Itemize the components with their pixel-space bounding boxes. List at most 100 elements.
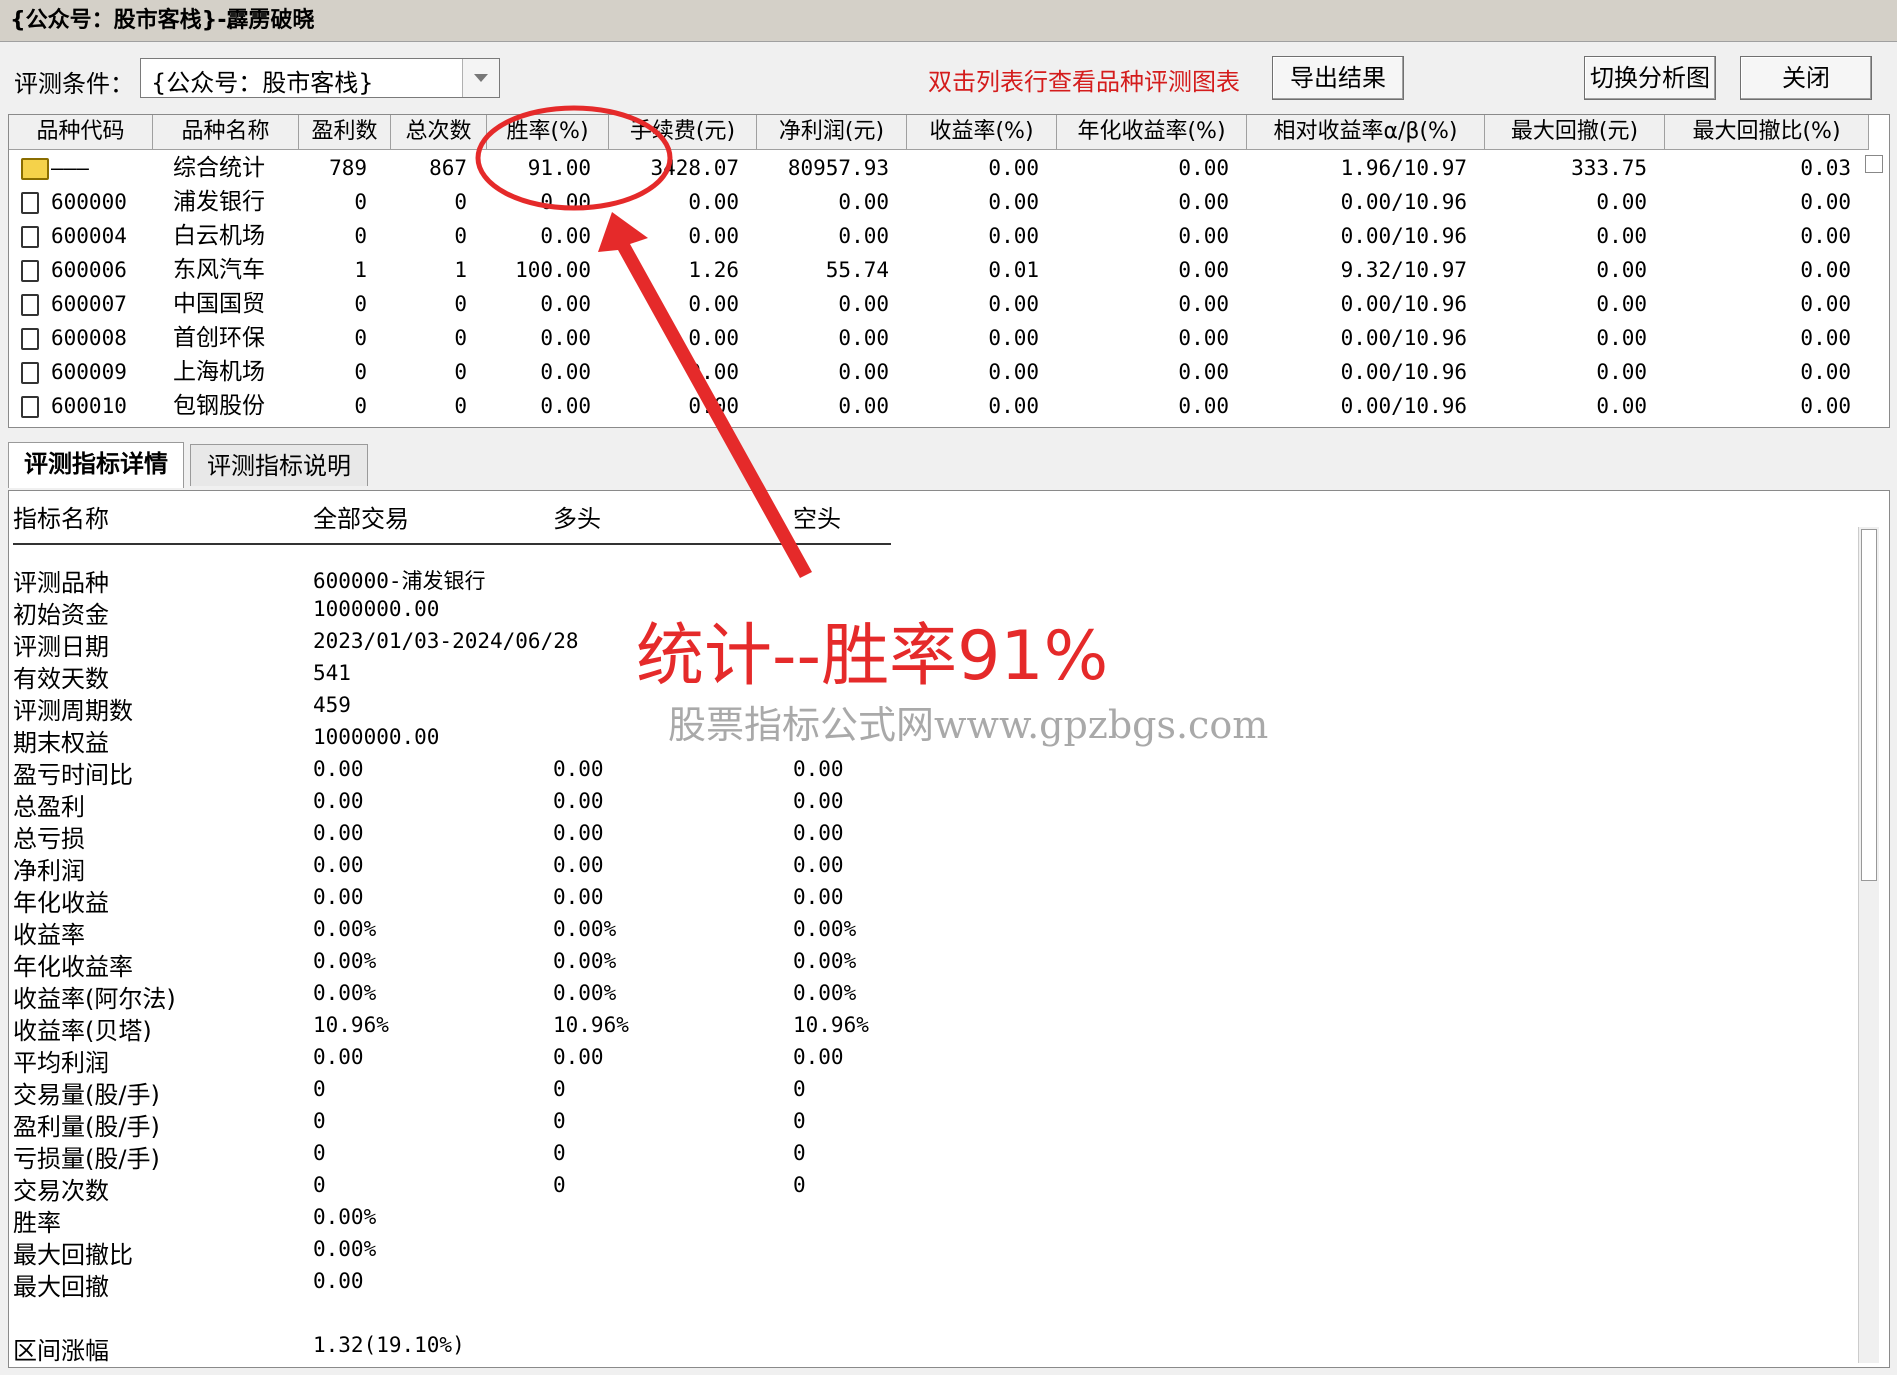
chevron-down-icon[interactable] bbox=[462, 59, 499, 97]
metric-value-long: 0.00 bbox=[553, 853, 604, 877]
metric-value-all: 0 bbox=[313, 1109, 326, 1133]
document-icon bbox=[21, 294, 39, 316]
metric-name: 胜率 bbox=[13, 1209, 61, 1237]
metric-value-all: 1.32(19.10%) bbox=[313, 1333, 465, 1357]
hint-text: 双击列表行查看品种评测图表 bbox=[928, 68, 1240, 96]
table-row[interactable]: 600009 上海机场 0 0 0.00 0.00 0.00 0.00 0.00… bbox=[9, 355, 1869, 389]
metric-value-short: 10.96% bbox=[793, 1013, 869, 1037]
metric-value-short: 0.00 bbox=[793, 789, 844, 813]
metric-name: 盈亏时间比 bbox=[13, 761, 133, 789]
metric-value-all: 0 bbox=[313, 1077, 326, 1101]
metric-value-all: 0.00% bbox=[313, 981, 377, 1005]
document-icon bbox=[21, 226, 39, 248]
metric-name: 期末权益 bbox=[13, 729, 109, 757]
list-item: 亏损量(股/手) 0 0 0 bbox=[9, 1139, 909, 1173]
metric-value-short: 0.00 bbox=[793, 1045, 844, 1069]
list-item: 最大回撤 0.00 bbox=[9, 1267, 909, 1301]
metric-value-short: 0.00 bbox=[793, 885, 844, 909]
tab-details[interactable]: 评测指标详情 bbox=[8, 442, 184, 488]
document-icon bbox=[21, 192, 39, 214]
col-header[interactable]: 相对收益率α/β(%) bbox=[1247, 115, 1485, 149]
metric-value-long: 0.00% bbox=[553, 949, 617, 973]
checkbox-icon[interactable] bbox=[1865, 155, 1883, 173]
metric-name: 评测周期数 bbox=[13, 697, 133, 725]
metric-value-all: 0 bbox=[313, 1141, 326, 1165]
metric-value-short: 0.00% bbox=[793, 917, 857, 941]
condition-select[interactable]: {公众号：股市客栈} bbox=[140, 58, 500, 98]
metric-value-all: 1000000.00 bbox=[313, 725, 440, 749]
document-icon bbox=[21, 362, 39, 384]
metric-name: 盈利量(股/手) bbox=[13, 1113, 160, 1141]
table-row[interactable]: ——— 综合统计 789 867 91.00 3428.07 80957.93 … bbox=[9, 151, 1869, 185]
summary-icon bbox=[21, 158, 49, 180]
col-header[interactable]: 最大回撤(元) bbox=[1485, 115, 1665, 149]
list-item: 胜率 0.00% bbox=[9, 1203, 909, 1237]
metric-value-all: 10.96% bbox=[313, 1013, 389, 1037]
table-row[interactable]: 600006 东风汽车 1 1 100.00 1.26 55.74 0.01 0… bbox=[9, 253, 1869, 287]
list-item: 总亏损 0.00 0.00 0.00 bbox=[9, 819, 909, 853]
metric-value-short: 0.00 bbox=[793, 757, 844, 781]
list-item: 收益率 0.00% 0.00% 0.00% bbox=[9, 915, 909, 949]
metric-name: 总亏损 bbox=[13, 825, 85, 853]
list-item: 区间涨幅 1.32(19.10%) bbox=[9, 1331, 909, 1365]
metric-value-short: 0.00% bbox=[793, 949, 857, 973]
detail-header: 空头 bbox=[793, 505, 841, 533]
table-row[interactable]: 600007 中国国贸 0 0 0.00 0.00 0.00 0.00 0.00… bbox=[9, 287, 1869, 321]
metric-name: 净利润 bbox=[13, 857, 85, 885]
metric-name: 评测日期 bbox=[13, 633, 109, 661]
results-table: 品种代码 品种名称 盈利数 总次数 胜率(%) 手续费(元) 净利润(元) 收益… bbox=[8, 114, 1890, 428]
metric-name: 收益率(贝塔) bbox=[13, 1017, 152, 1045]
condition-label: 评测条件： bbox=[14, 70, 134, 98]
metric-name: 区间涨幅 bbox=[13, 1337, 109, 1365]
close-button[interactable]: 关闭 bbox=[1740, 56, 1872, 100]
metric-name: 总盈利 bbox=[13, 793, 85, 821]
window-title: {公众号：股市客栈}-霹雳破晓 bbox=[0, 0, 1897, 42]
vertical-scrollbar[interactable] bbox=[1858, 527, 1879, 1363]
list-item: 平均利润 0.00 0.00 0.00 bbox=[9, 1043, 909, 1077]
col-header[interactable]: 收益率(%) bbox=[907, 115, 1057, 149]
metric-name: 平均利润 bbox=[13, 1049, 109, 1077]
metric-name: 年化收益率 bbox=[13, 953, 133, 981]
metric-value-all: 0.00% bbox=[313, 949, 377, 973]
tab-description[interactable]: 评测指标说明 bbox=[190, 444, 368, 486]
metric-value-all: 0.00 bbox=[313, 757, 364, 781]
metric-value-all: 600000-浦发银行 bbox=[313, 569, 486, 593]
metric-value-short: 0 bbox=[793, 1141, 806, 1165]
watermark-text: 股票指标公式网www.gpzbgs.com bbox=[668, 703, 1269, 747]
list-item: 净利润 0.00 0.00 0.00 bbox=[9, 851, 909, 885]
col-header[interactable]: 品种名称 bbox=[153, 115, 299, 149]
export-button[interactable]: 导出结果 bbox=[1272, 56, 1404, 100]
col-header[interactable]: 手续费(元) bbox=[609, 115, 757, 149]
detail-header: 指标名称 bbox=[13, 505, 109, 533]
list-item: 收益率(贝塔) 10.96% 10.96% 10.96% bbox=[9, 1011, 909, 1045]
metric-value-short: 0 bbox=[793, 1109, 806, 1133]
document-icon bbox=[21, 328, 39, 350]
col-header[interactable]: 总次数 bbox=[391, 115, 487, 149]
scrollbar-thumb[interactable] bbox=[1861, 529, 1877, 881]
table-row[interactable]: 600004 白云机场 0 0 0.00 0.00 0.00 0.00 0.00… bbox=[9, 219, 1869, 253]
metric-value-all: 0.00% bbox=[313, 1237, 377, 1261]
col-header[interactable]: 胜率(%) bbox=[487, 115, 609, 149]
list-item: 收益率(阿尔法) 0.00% 0.00% 0.00% bbox=[9, 979, 909, 1013]
metric-value-short: 0.00 bbox=[793, 821, 844, 845]
list-item: 总盈利 0.00 0.00 0.00 bbox=[9, 787, 909, 821]
document-icon bbox=[21, 260, 39, 282]
metric-value-short: 0 bbox=[793, 1173, 806, 1197]
metric-value-long: 0.00 bbox=[553, 821, 604, 845]
metric-name: 年化收益 bbox=[13, 889, 109, 917]
col-header[interactable]: 盈利数 bbox=[299, 115, 391, 149]
switch-chart-button[interactable]: 切换分析图 bbox=[1584, 56, 1716, 100]
header-divider bbox=[13, 543, 891, 545]
metric-name: 收益率(阿尔法) bbox=[13, 985, 176, 1013]
metric-value-all: 0.00 bbox=[313, 853, 364, 877]
table-row[interactable]: 600000 浦发银行 0 0 0.00 0.00 0.00 0.00 0.00… bbox=[9, 185, 1869, 219]
col-header[interactable]: 净利润(元) bbox=[757, 115, 907, 149]
table-row[interactable]: 600010 包钢股份 0 0 0.00 0.00 0.00 0.00 0.00… bbox=[9, 389, 1869, 423]
col-header[interactable]: 品种代码 bbox=[9, 115, 153, 149]
table-row[interactable]: 600008 首创环保 0 0 0.00 0.00 0.00 0.00 0.00… bbox=[9, 321, 1869, 355]
col-header[interactable]: 年化收益率(%) bbox=[1057, 115, 1247, 149]
metric-value-all: 0.00 bbox=[313, 885, 364, 909]
metric-value-all: 2023/01/03-2024/06/28 bbox=[313, 629, 579, 653]
col-header[interactable]: 最大回撤比(%) bbox=[1665, 115, 1869, 149]
list-item: 交易次数 0 0 0 bbox=[9, 1171, 909, 1205]
